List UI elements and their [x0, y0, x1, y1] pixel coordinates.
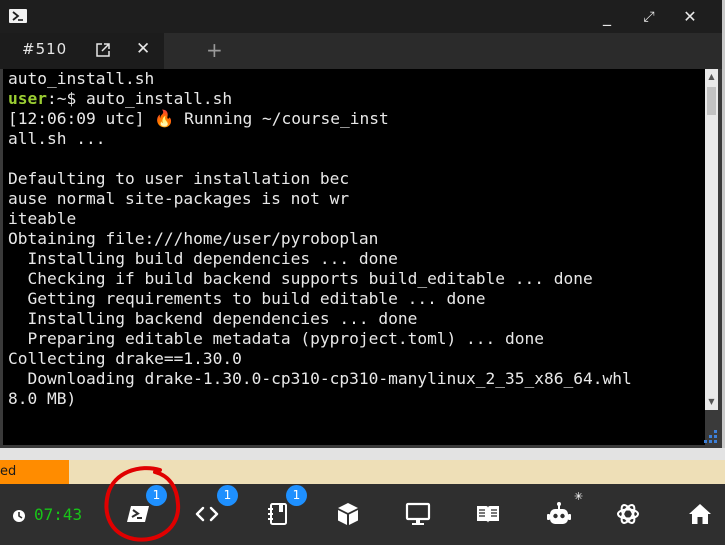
scroll-up-icon[interactable]: ▲: [707, 72, 716, 82]
notebook-icon: [268, 503, 287, 525]
taskbar-docs-button[interactable]: [475, 501, 501, 527]
taskbar-robot-button[interactable]: [546, 501, 572, 527]
terminal-line: Downloading drake-1.30.0-cp310-cp310-man…: [8, 369, 632, 388]
book-icon: [477, 506, 499, 523]
status-tag: ed: [0, 460, 69, 484]
code-badge: 1: [217, 485, 238, 506]
tab-close-icon[interactable]: ✕: [136, 39, 150, 59]
robot-icon: [547, 502, 571, 524]
terminal-line: Obtaining file:///home/user/pyroboplan: [8, 229, 379, 248]
terminal-line: iteable: [8, 209, 77, 228]
code-icon: [195, 506, 219, 522]
taskbar-box-button[interactable]: [335, 501, 361, 527]
terminal-output[interactable]: auto_install.sh user:~$ auto_install.sh [1…: [3, 69, 705, 445]
title-bar: _ ⤢ ✕: [0, 0, 722, 33]
openai-icon: [617, 504, 639, 524]
restore-button[interactable]: ⤢: [638, 7, 660, 27]
powershell-icon: [9, 9, 27, 23]
terminal-window: _ ⤢ ✕ #510 ✕ + auto_install.sh user:~$ au…: [0, 0, 725, 448]
terminal-line: [12:06:09 utc] 🔥 Running ~/course_inst: [8, 109, 389, 128]
taskbar-home-button[interactable]: [687, 501, 713, 527]
terminal-line: auto_install.sh: [8, 69, 155, 88]
notebook-badge: 1: [286, 485, 307, 506]
taskbar-notebook-button[interactable]: [265, 501, 291, 527]
terminal-line: user:~$ auto_install.sh: [8, 89, 632, 109]
tab-title: #510: [22, 40, 68, 58]
scroll-down-icon[interactable]: ▼: [707, 397, 716, 407]
close-button[interactable]: ✕: [679, 7, 701, 27]
terminal-line: Defaulting to user installation bec: [8, 169, 350, 188]
terminal-line: Installing backend dependencies ... done: [8, 309, 418, 328]
scrollbar[interactable]: ▲ ▼: [705, 69, 718, 410]
terminal-lines: auto_install.sh user:~$ auto_install.sh [1…: [8, 69, 632, 409]
prompt-command: :~$ auto_install.sh: [46, 89, 233, 108]
terminal-line: Preparing editable metadata (pyproject.t…: [8, 329, 545, 348]
terminal-line: Getting requirements to build editable .…: [8, 289, 486, 308]
taskbar-desktop-button[interactable]: [405, 501, 431, 527]
terminal-line: all.sh ...: [8, 129, 106, 148]
minimize-button[interactable]: _: [596, 7, 618, 27]
taskbar-code-button[interactable]: [194, 501, 220, 527]
external-link-icon[interactable]: [95, 42, 111, 58]
clock-time: 07:43: [34, 505, 83, 524]
terminal-line: 8.0 MB): [8, 389, 77, 408]
sparkle-icon: ✳: [574, 490, 584, 503]
clock-icon: [13, 510, 25, 522]
terminal-line: Collecting drake==1.30.0: [8, 349, 242, 368]
terminal-line: Checking if build backend supports build…: [8, 269, 593, 288]
monitor-icon: [405, 502, 431, 525]
taskbar-assistant-button[interactable]: [615, 501, 641, 527]
annotation-circle: [104, 466, 181, 542]
terminal-line: Installing build dependencies ... done: [8, 249, 398, 268]
resize-grip-icon[interactable]: [700, 428, 718, 444]
tab-terminal[interactable]: #510 ✕: [0, 33, 164, 69]
tab-bar: #510 ✕ +: [0, 33, 722, 69]
scrollbar-thumb[interactable]: [707, 87, 716, 115]
prompt-user: user: [8, 89, 47, 108]
home-icon: [689, 504, 711, 524]
terminal-line: ause normal site-packages is not wr: [8, 189, 350, 208]
new-tab-button[interactable]: +: [206, 38, 223, 62]
cube-icon: [338, 503, 358, 525]
